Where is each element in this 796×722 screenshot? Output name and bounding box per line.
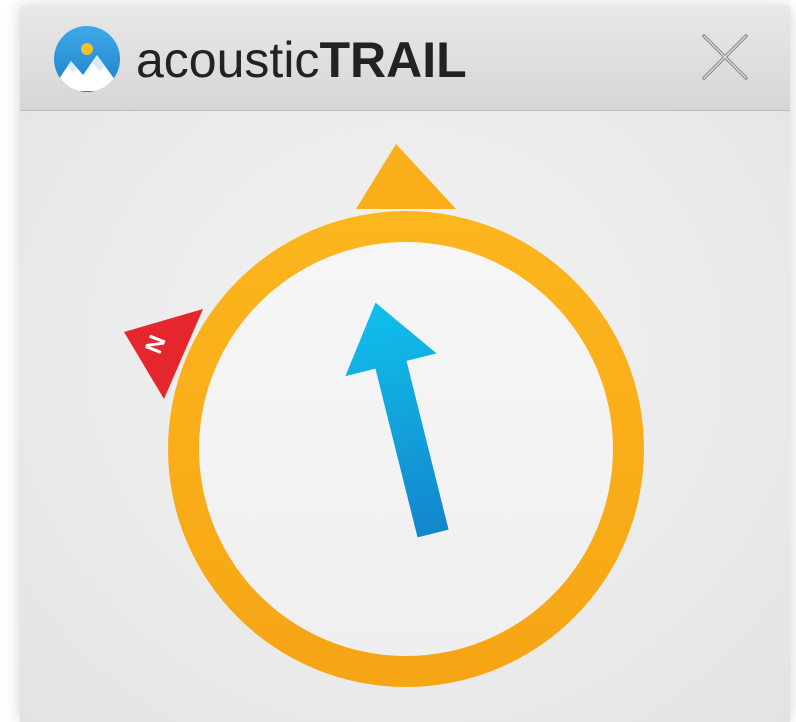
app-title-light: acoustic — [136, 32, 320, 88]
app-title: acousticTRAIL — [136, 32, 467, 88]
title-bar: acousticTRAIL — [20, 6, 790, 111]
compass-view: N — [20, 111, 790, 722]
compass: N — [124, 144, 644, 687]
app-window: acousticTRAIL N — [20, 6, 790, 722]
app-title-bold: TRAIL — [319, 32, 467, 88]
close-icon[interactable] — [696, 28, 754, 86]
mountain-sun-icon — [54, 26, 120, 92]
heading-pointer — [356, 144, 456, 209]
